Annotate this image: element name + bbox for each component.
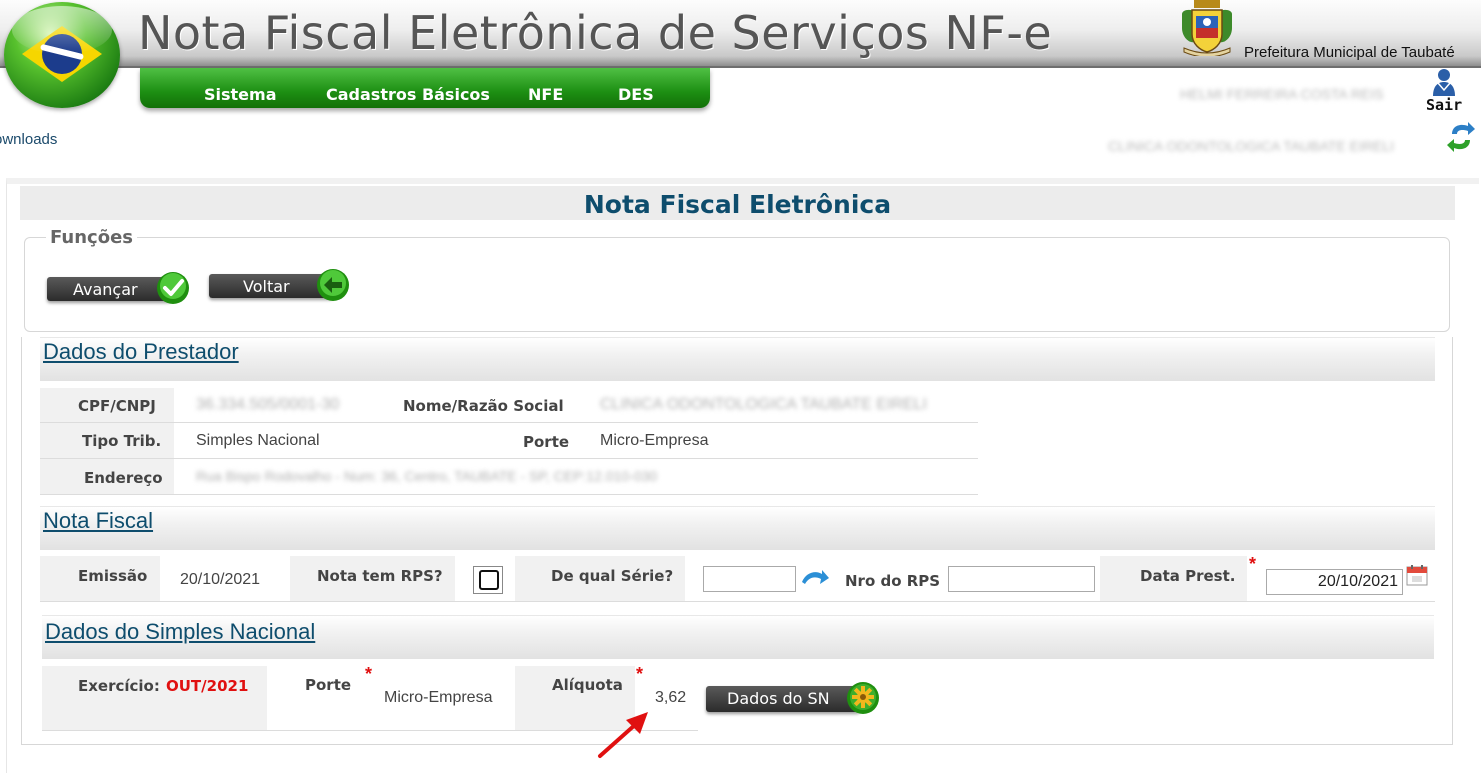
row-divider	[40, 422, 978, 423]
required-mark: *	[1249, 554, 1257, 574]
simples-section-title[interactable]: Dados do Simples Nacional	[45, 619, 315, 645]
data-prest-input[interactable]	[1266, 569, 1403, 595]
calendar-icon[interactable]	[1406, 564, 1428, 586]
advance-button[interactable]: Avançar	[47, 277, 171, 301]
logout-label: Sair	[1426, 96, 1463, 114]
serie-input[interactable]	[703, 566, 796, 592]
page-title: Nota Fiscal Eletrônica	[583, 190, 892, 219]
menu-item-sistema[interactable]: Sistema	[204, 85, 277, 104]
user-name: HELMI FERREIRA COSTA REIS	[1180, 86, 1384, 102]
check-icon[interactable]	[156, 271, 190, 305]
rps-checkbox[interactable]	[479, 570, 499, 590]
company-name: CLINICA ODONTOLOGICA TAUBATE EIRELI	[1108, 138, 1395, 154]
emissao-label: Emissão	[78, 567, 148, 585]
required-mark: *	[636, 664, 644, 684]
exercicio-label: Exercício:	[78, 677, 160, 695]
porte-label: Porte	[523, 433, 570, 451]
endereco-label: Endereço	[84, 469, 163, 487]
logout-button[interactable]: Sair	[1424, 68, 1468, 114]
back-button-label: Voltar	[243, 277, 290, 296]
nro-rps-input[interactable]	[948, 566, 1095, 592]
funcoes-legend: Funções	[46, 227, 137, 248]
menu-item-cadastros-basicos[interactable]: Cadastros Básicos	[326, 85, 490, 104]
menu-item-nfe[interactable]: NFE	[528, 85, 563, 104]
required-mark: *	[365, 664, 373, 684]
row-divider	[40, 494, 978, 495]
data-prest-label: Data Prest.	[1140, 567, 1236, 585]
nota-section-title[interactable]: Nota Fiscal	[43, 508, 153, 534]
menu-item-des[interactable]: DES	[618, 85, 654, 104]
simples-porte-label: Porte	[305, 676, 352, 694]
nro-rps-label: Nro do RPS	[845, 572, 941, 590]
tipo-trib-label: Tipo Trib.	[82, 432, 162, 450]
rps-label: Nota tem RPS?	[317, 567, 443, 585]
tipo-trib-value: Simples Nacional	[196, 432, 320, 449]
main-menu: Sistema Cadastros Básicos NFE DES	[140, 68, 710, 108]
serie-label: De qual Série?	[551, 567, 674, 585]
app-title: Nota Fiscal Eletrônica de Serviços NF-e	[138, 6, 1053, 60]
arrow-right-icon[interactable]	[800, 568, 830, 590]
exercicio-label-cell	[42, 666, 267, 730]
cpf-value: 36.334.505/0001-30	[196, 396, 340, 413]
row-divider	[40, 458, 978, 459]
advance-button-label: Avançar	[73, 280, 138, 299]
row-divider	[40, 601, 1435, 602]
emissao-value: 20/10/2021	[180, 571, 261, 588]
downloads-link[interactable]: ownloads	[0, 131, 57, 148]
arrow-left-icon[interactable]	[316, 268, 350, 302]
endereco-value: Rua Bispo Rodovalho - Num: 36, Centro, T…	[196, 468, 658, 484]
prestador-section-title[interactable]: Dados do Prestador	[43, 339, 239, 365]
prestador-section-bar	[40, 337, 1435, 381]
rps-checkbox-wrapper	[473, 566, 503, 594]
exercicio-value: OUT/2021	[166, 677, 249, 695]
back-button[interactable]: Voltar	[209, 274, 333, 298]
aliquota-label: Alíquota	[552, 676, 623, 694]
page-title-bar: Nota Fiscal Eletrônica	[20, 186, 1455, 220]
annotation-arrow-icon	[598, 712, 648, 758]
dados-sn-button[interactable]: Dados do SN	[706, 686, 860, 712]
nome-value: CLINICA ODONTOLOGICA TAUBATE EIRELI	[600, 396, 927, 413]
nota-section-bar	[40, 506, 1435, 550]
cpf-label: CPF/CNPJ	[78, 397, 156, 415]
user-logout-icon	[1433, 69, 1455, 96]
switch-company-icon[interactable]	[1446, 120, 1476, 154]
brazil-globe-icon	[4, 2, 120, 108]
coat-of-arms-icon	[1182, 0, 1232, 56]
dados-sn-label: Dados do SN	[727, 689, 830, 708]
prefeitura-label: Prefeitura Municipal de Taubaté	[1244, 44, 1455, 61]
nome-label: Nome/Razão Social	[403, 397, 564, 415]
simples-porte-value: Micro-Empresa	[384, 689, 493, 706]
gear-icon[interactable]	[846, 681, 880, 715]
aliquota-value: 3,62	[655, 689, 687, 706]
porte-value: Micro-Empresa	[600, 432, 709, 449]
